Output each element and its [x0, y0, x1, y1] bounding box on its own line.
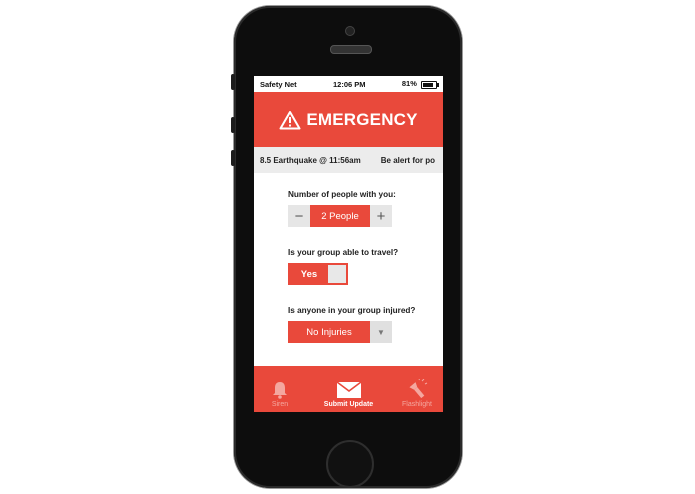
- chevron-down-icon[interactable]: ▼: [370, 321, 392, 343]
- page-title: EMERGENCY: [306, 109, 418, 129]
- bell-icon: [273, 382, 287, 399]
- tab-label: Flashlight: [402, 401, 432, 408]
- front-camera: [345, 26, 355, 36]
- silent-switch: [231, 74, 235, 90]
- volume-up-button: [231, 117, 235, 133]
- tab-submit-update[interactable]: Submit Update: [309, 379, 389, 412]
- ticker-item: Be alert for po: [380, 155, 435, 165]
- warning-icon: [279, 110, 301, 129]
- emergency-header: EMERGENCY: [254, 92, 443, 147]
- status-bar: Safety Net 12:06 PM 81%: [254, 76, 443, 92]
- tab-flashlight[interactable]: Flashlight: [391, 379, 443, 412]
- status-form: Number of people with you: − 2 People + …: [254, 173, 443, 343]
- travel-question: Is your group able to travel?: [288, 248, 399, 257]
- injured-question: Is anyone in your group injured?: [288, 306, 416, 315]
- bottom-tab-bar: Siren Submit Update Flashlight: [254, 366, 443, 412]
- tab-label: Submit Update: [323, 401, 374, 408]
- app-screen: Safety Net 12:06 PM 81% EMERGENCY 8.5 Ea…: [254, 76, 443, 412]
- alert-ticker: 8.5 Earthquake @ 11:56am Be alert for po: [254, 147, 443, 173]
- flashlight-icon: [409, 379, 428, 399]
- injuries-selected-value: No Injuries: [288, 321, 370, 343]
- clock: 12:06 PM: [333, 79, 366, 89]
- tab-label: Siren: [271, 401, 289, 408]
- ticker-item: 8.5 Earthquake @ 11:56am: [260, 155, 361, 165]
- decrement-button[interactable]: −: [288, 205, 310, 227]
- battery-fill: [422, 82, 433, 87]
- travel-toggle[interactable]: Yes: [288, 263, 348, 285]
- toggle-label: Yes: [300, 268, 318, 280]
- injuries-dropdown[interactable]: No Injuries ▼: [288, 321, 443, 343]
- increment-button[interactable]: +: [370, 205, 392, 227]
- battery-status: 81%: [401, 79, 439, 89]
- home-button[interactable]: [326, 440, 374, 488]
- people-count-value: 2 People: [310, 205, 370, 227]
- tab-siren[interactable]: Siren: [254, 379, 306, 412]
- volume-down-button: [231, 150, 235, 166]
- envelope-icon: [336, 381, 361, 398]
- earpiece-speaker: [330, 45, 372, 54]
- people-question: Number of people with you:: [288, 190, 396, 199]
- toggle-knob: [328, 265, 346, 283]
- carrier-label: Safety Net: [260, 79, 297, 89]
- people-stepper: − 2 People +: [288, 205, 443, 227]
- battery-percent: 81%: [401, 79, 417, 89]
- battery-icon: [420, 80, 439, 89]
